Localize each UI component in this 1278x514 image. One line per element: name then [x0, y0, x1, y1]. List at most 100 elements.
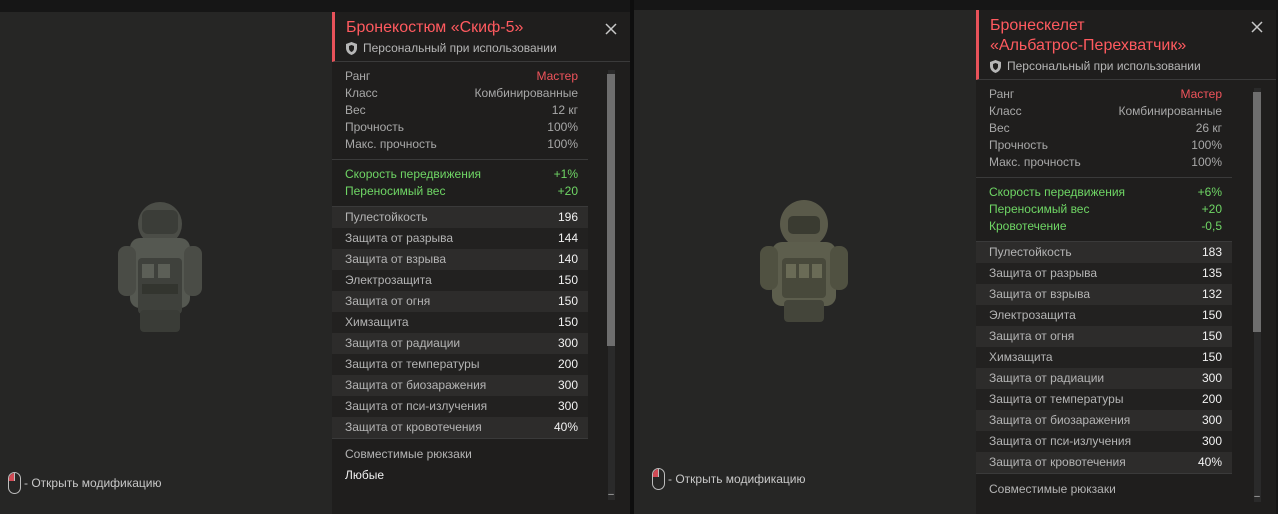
- tooltip-body[interactable]: Ранг Мастер Класс Комбинированные Вес 12 кг Пр…: [332, 62, 630, 500]
- scrollbar[interactable]: –: [606, 70, 616, 500]
- binding-status: Персональный при использовании: [346, 41, 600, 55]
- stat-label: Защита от разрыва: [989, 266, 1098, 280]
- stat-value: +20: [1201, 202, 1222, 216]
- bonus-row: Кровотечение -0,5: [989, 218, 1232, 235]
- protection-row: Химзащита 150: [976, 347, 1232, 368]
- stat-label: Защита от пси-излучения: [345, 399, 488, 413]
- item-preview[interactable]: - Открыть модификацию: [0, 12, 332, 514]
- item-preview[interactable]: - Открыть модификацию: [634, 10, 976, 514]
- stat-label: Ранг: [989, 87, 1015, 101]
- stat-value: +20: [557, 184, 578, 198]
- protection-row: Защита от температуры 200: [332, 354, 588, 375]
- stat-value: 200: [1201, 392, 1222, 406]
- bonus-row: Переносимый вес +20: [989, 201, 1232, 218]
- protection-row: Пулестойкость 183: [976, 242, 1232, 263]
- stat-label: Защита от взрыва: [989, 287, 1091, 301]
- binding-status: Персональный при использовании: [990, 59, 1246, 73]
- item-tooltip: Бронекостюм «Скиф-5» Персональный при ис…: [332, 12, 630, 514]
- stat-value: 100%: [547, 120, 578, 134]
- item-title-line-1: Бронескелет: [990, 17, 1085, 34]
- stat-label: Скорость передвижения: [989, 185, 1126, 199]
- scroll-down-icon[interactable]: –: [606, 490, 616, 500]
- stat-row: Вес 12 кг: [345, 102, 588, 119]
- stat-label: Защита от огня: [345, 294, 431, 308]
- stat-label: Защита от кровотечения: [345, 420, 482, 434]
- protection-row: Электрозащита 150: [976, 305, 1232, 326]
- base-stats: Ранг Мастер Класс Комбинированные Вес 26 кг Пр…: [976, 80, 1232, 178]
- stat-value: 140: [557, 252, 578, 266]
- stat-label: Ранг: [345, 69, 371, 83]
- stat-value: 100%: [1191, 138, 1222, 152]
- stat-row: Вес 26 кг: [989, 120, 1232, 137]
- mouse-left-click-icon: [8, 472, 21, 494]
- stat-label: Защита от пси-излучения: [989, 434, 1132, 448]
- base-stats: Ранг Мастер Класс Комбинированные Вес 12 кг Пр…: [332, 62, 588, 160]
- protection-row: Защита от радиации 300: [976, 368, 1232, 389]
- stat-label: Защита от температуры: [989, 392, 1124, 406]
- protection-row: Пулестойкость 196: [332, 207, 588, 228]
- stat-value: 300: [557, 336, 578, 350]
- stat-row: Класс Комбинированные: [345, 85, 588, 102]
- scrollbar[interactable]: –: [1252, 88, 1262, 502]
- stat-label: Прочность: [989, 138, 1049, 152]
- item-title-line-2: «Альбатрос-Перехватчик»: [990, 37, 1187, 54]
- bonus-row: Скорость передвижения +6%: [989, 184, 1232, 201]
- compat-value: Любые: [345, 468, 385, 482]
- stat-value: 12 кг: [551, 103, 578, 117]
- open-modification-hint: - Открыть модификацию: [652, 468, 806, 490]
- tooltip-body[interactable]: Ранг Мастер Класс Комбинированные Вес 26 кг Пр…: [976, 80, 1276, 504]
- stat-value: 300: [1201, 371, 1222, 385]
- compat-label: Совместимые рюкзаки: [989, 482, 1116, 496]
- stat-value: 100%: [1191, 155, 1222, 169]
- stat-row: Прочность 100%: [345, 119, 588, 136]
- bonus-stats: Скорость передвижения +6% Переносимый вес +…: [976, 178, 1232, 242]
- stat-row: Ранг Мастер: [345, 68, 588, 85]
- stat-label: Вес: [345, 103, 366, 117]
- close-icon[interactable]: [604, 22, 618, 36]
- stat-label: Макс. прочность: [345, 137, 437, 151]
- item-title: Бронескелет «Альбатрос-Перехватчик»: [990, 16, 1246, 56]
- stat-label: Защита от биозаражения: [345, 378, 487, 392]
- armor-model-image: [118, 202, 202, 332]
- stat-label: Кровотечение: [989, 219, 1067, 233]
- stat-label: Прочность: [345, 120, 405, 134]
- scrollbar-thumb[interactable]: [1253, 92, 1261, 332]
- hint-label: - Открыть модификацию: [668, 472, 806, 486]
- protection-row: Защита от биозаражения 300: [976, 410, 1232, 431]
- stat-label: Защита от огня: [989, 329, 1075, 343]
- protection-row: Электрозащита 150: [332, 270, 588, 291]
- stat-value: 196: [557, 210, 578, 224]
- stat-value: Мастер: [1180, 87, 1222, 101]
- stat-value: 40%: [553, 420, 578, 434]
- stat-value: 150: [1201, 329, 1222, 343]
- shield-icon: [990, 59, 1001, 73]
- stat-row: Класс Комбинированные: [989, 103, 1232, 120]
- stat-value: 100%: [547, 137, 578, 151]
- protection-row: Защита от огня 150: [976, 326, 1232, 347]
- stat-value: 300: [1201, 434, 1222, 448]
- protection-row: Защита от разрыва 135: [976, 263, 1232, 284]
- stat-label: Пулестойкость: [989, 245, 1072, 259]
- stat-value: +6%: [1197, 185, 1222, 199]
- protection-row: Защита от биозаражения 300: [332, 375, 588, 396]
- stat-value: 150: [1201, 350, 1222, 364]
- tooltip-header: Бронескелет «Альбатрос-Перехватчик» Перс…: [976, 10, 1276, 80]
- stat-label: Класс: [345, 86, 378, 100]
- stat-value: 150: [1201, 308, 1222, 322]
- scroll-down-icon[interactable]: –: [1252, 492, 1262, 502]
- scrollbar-thumb[interactable]: [607, 74, 615, 346]
- stat-label: Переносимый вес: [989, 202, 1090, 216]
- armor-model-image: [760, 200, 848, 322]
- item-title: Бронекостюм «Скиф-5»: [346, 19, 524, 36]
- binding-label: Персональный при использовании: [1007, 59, 1201, 73]
- stat-row: Макс. прочность 100%: [989, 154, 1232, 171]
- stat-row: Ранг Мастер: [989, 86, 1232, 103]
- protection-row: Защита от пси-излучения 300: [332, 396, 588, 417]
- stat-label: Защита от температуры: [345, 357, 480, 371]
- close-icon[interactable]: [1250, 20, 1264, 34]
- stat-value: 300: [557, 399, 578, 413]
- stat-label: Переносимый вес: [345, 184, 446, 198]
- stat-label: Пулестойкость: [345, 210, 428, 224]
- stat-label: Защита от радиации: [989, 371, 1105, 385]
- stat-value: -0,5: [1201, 219, 1222, 233]
